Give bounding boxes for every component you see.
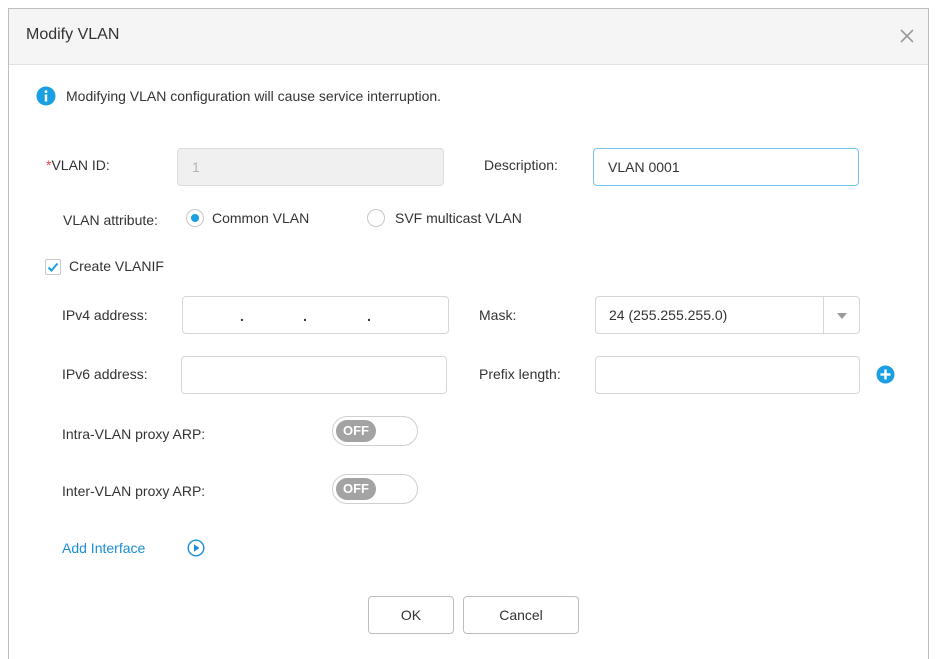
- create-vlanif-checkbox[interactable]: [45, 259, 61, 275]
- mask-select[interactable]: 24 (255.255.255.0): [595, 296, 860, 334]
- dialog-title: Modify VLAN: [26, 26, 120, 43]
- dialog-titlebar: Modify VLAN: [9, 9, 928, 65]
- ipv4-dot-1: .: [240, 308, 244, 324]
- radio-svf-multicast-vlan-label[interactable]: SVF multicast VLAN: [395, 210, 522, 226]
- cancel-button[interactable]: Cancel: [463, 596, 579, 634]
- radio-common-vlan[interactable]: [186, 209, 204, 227]
- inter-vlan-proxy-arp-toggle[interactable]: OFF: [332, 474, 418, 504]
- vlan-id-label: *VLAN ID:: [46, 157, 110, 173]
- ipv6-address-input[interactable]: [181, 356, 447, 394]
- plus-circle-icon[interactable]: [876, 365, 895, 384]
- prefix-length-input[interactable]: [595, 356, 860, 394]
- intra-vlan-proxy-arp-label: Intra-VLAN proxy ARP:: [62, 426, 206, 442]
- info-icon: [36, 86, 56, 106]
- play-circle-icon[interactable]: [187, 539, 205, 557]
- ok-button[interactable]: OK: [368, 596, 454, 634]
- ipv4-address-input[interactable]: . . .: [182, 296, 449, 334]
- vlan-id-label-text: VLAN ID:: [51, 157, 110, 173]
- radio-svf-multicast-vlan[interactable]: [367, 209, 385, 227]
- add-interface-link[interactable]: Add Interface: [62, 540, 145, 556]
- create-vlanif-label[interactable]: Create VLANIF: [69, 258, 164, 274]
- inter-vlan-proxy-arp-state: OFF: [336, 478, 376, 500]
- ipv6-address-label: IPv6 address:: [62, 366, 148, 382]
- ipv4-address-label: IPv4 address:: [62, 307, 148, 323]
- vlan-id-input[interactable]: [177, 148, 444, 186]
- close-icon[interactable]: [896, 25, 918, 47]
- intra-vlan-proxy-arp-state: OFF: [336, 420, 376, 442]
- inter-vlan-proxy-arp-label: Inter-VLAN proxy ARP:: [62, 483, 206, 499]
- intra-vlan-proxy-arp-toggle[interactable]: OFF: [332, 416, 418, 446]
- ipv4-dot-2: .: [303, 308, 307, 324]
- prefix-length-label: Prefix length:: [479, 366, 561, 382]
- mask-label: Mask:: [479, 307, 517, 323]
- ipv4-dot-3: .: [367, 308, 371, 324]
- vlan-attribute-label: VLAN attribute:: [63, 212, 158, 228]
- notice-text: Modifying VLAN configuration will cause …: [66, 88, 442, 104]
- check-icon: [47, 262, 59, 272]
- description-input[interactable]: [593, 148, 859, 186]
- chevron-down-icon[interactable]: [823, 297, 859, 333]
- description-label: Description:: [484, 157, 558, 173]
- radio-common-vlan-label[interactable]: Common VLAN: [212, 210, 309, 226]
- mask-select-value: 24 (255.255.255.0): [609, 307, 728, 323]
